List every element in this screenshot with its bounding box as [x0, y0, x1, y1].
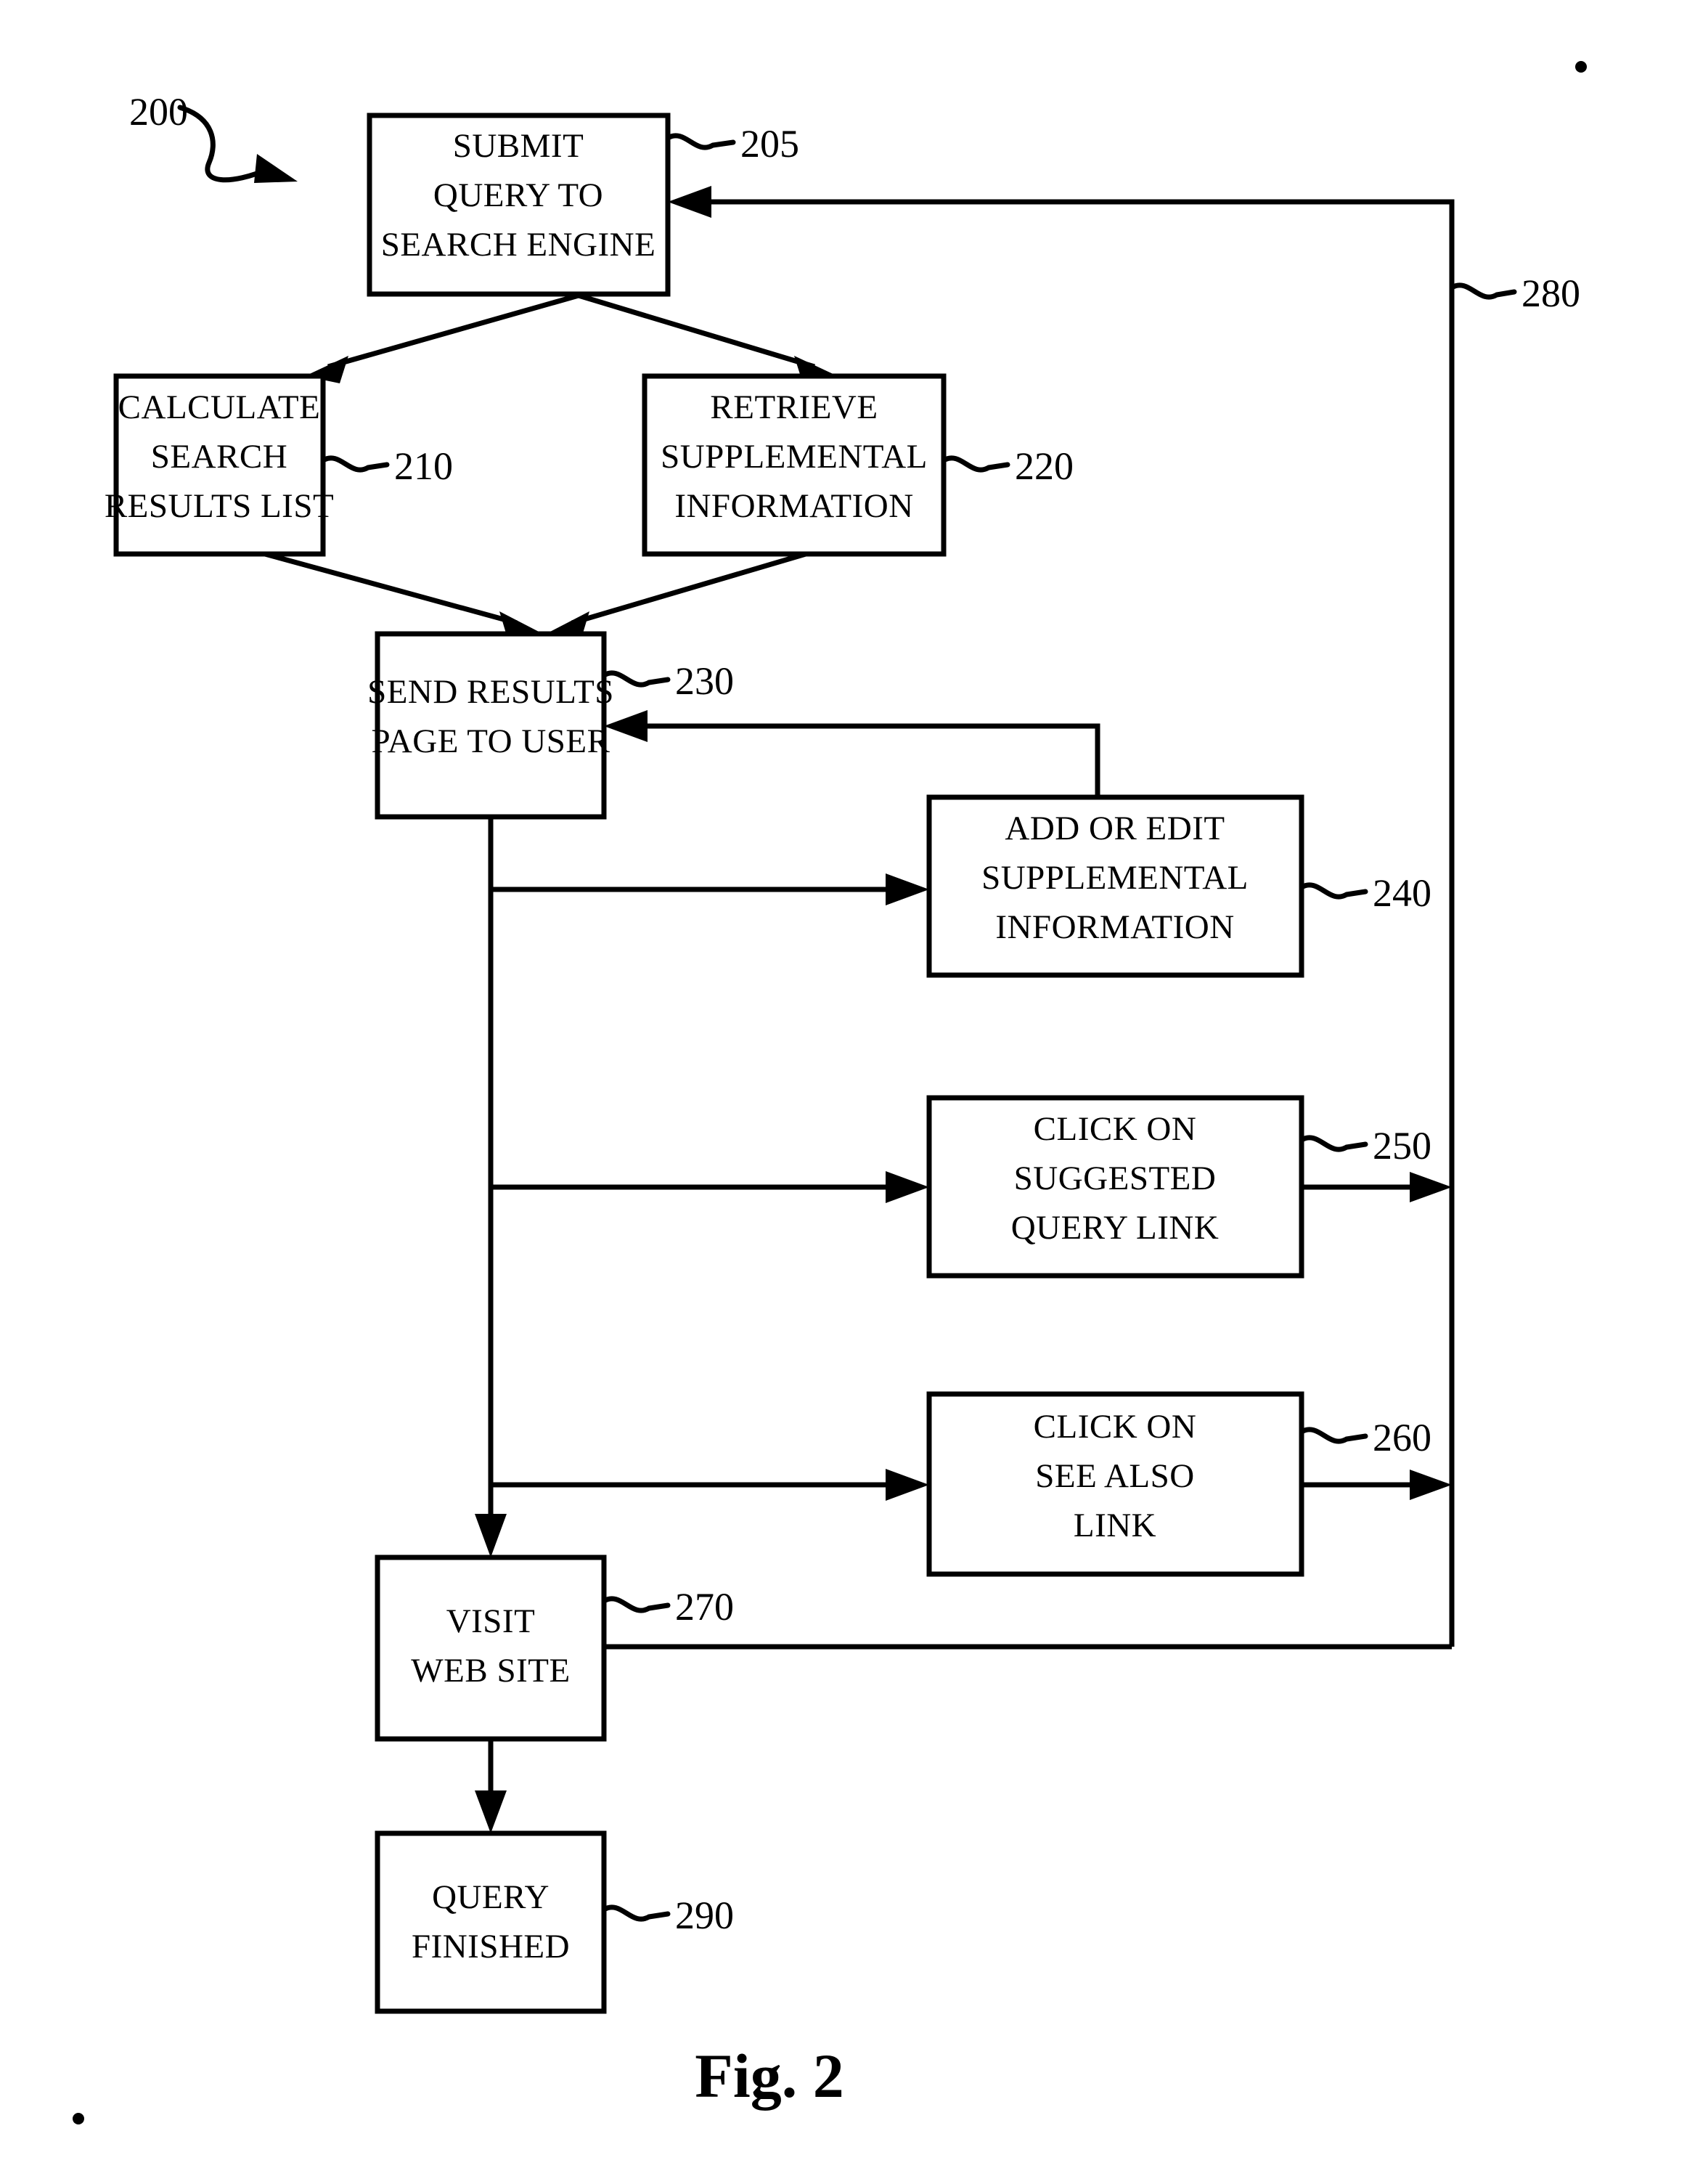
arrow-head-visit-to-finished: [475, 1790, 507, 1833]
patent-figure-page: SUBMIT QUERY TO SEARCH ENGINE 205 200 CA…: [0, 0, 1687, 2184]
node-click-see-also-link: CLICK ON SEE ALSO LINK: [926, 1391, 1304, 1577]
ref-number-250: 250: [1373, 1124, 1431, 1168]
arrow-head-click-suggested-to-feedback: [1410, 1172, 1452, 1202]
node-click-see-also-link-line-1: CLICK ON: [1034, 1408, 1197, 1446]
node-calculate-search-results-line-1: CALCULATE: [118, 388, 321, 426]
node-query-finished: QUERY FINISHED: [375, 1830, 607, 2014]
node-retrieve-supplemental: RETRIEVE SUPPLEMENTAL INFORMATION: [642, 373, 947, 557]
lead-line-290: [601, 1904, 671, 1922]
node-click-see-also-link-line-2: SEE ALSO: [1035, 1457, 1194, 1495]
arrow-head-click-see-also-to-feedback: [1410, 1470, 1452, 1500]
lead-line-270: [601, 1596, 671, 1613]
node-click-suggested-query-link: CLICK ON SUGGESTED QUERY LINK: [926, 1095, 1304, 1279]
ref-number-290: 290: [675, 1894, 734, 1937]
node-add-or-edit-supplemental-line-2: SUPPLEMENTAL: [981, 859, 1249, 897]
node-query-finished-box: [375, 1830, 607, 2014]
node-submit-query-line-2: QUERY TO: [433, 176, 603, 214]
node-calculate-search-results-line-3: RESULTS LIST: [105, 487, 334, 525]
page-mark-top-right: [1575, 61, 1587, 73]
ref-number-270: 270: [675, 1585, 734, 1629]
edge-retrieve-to-send: [571, 551, 806, 626]
node-query-finished-line-1: QUERY: [432, 1878, 550, 1916]
edge-submit-to-retrieve: [577, 293, 816, 370]
lead-line-220: [941, 455, 1010, 473]
node-retrieve-supplemental-line-2: SUPPLEMENTAL: [661, 438, 928, 476]
node-send-results-page-line-1: SEND RESULTS: [367, 673, 614, 711]
arrow-head-spine-to-add-edit: [886, 873, 929, 905]
ref-number-230: 230: [675, 659, 734, 703]
node-visit-web-site-line-1: VISIT: [446, 1602, 536, 1640]
node-calculate-search-results: CALCULATE SEARCH RESULTS LIST: [105, 373, 334, 557]
node-add-or-edit-supplemental: ADD OR EDIT SUPPLEMENTAL INFORMATION: [926, 794, 1304, 978]
node-send-results-page-line-2: PAGE TO USER: [371, 722, 610, 760]
page-mark-bottom-left: [73, 2113, 84, 2124]
node-retrieve-supplemental-line-3: INFORMATION: [674, 487, 913, 525]
ref-number-205: 205: [740, 122, 799, 166]
lead-line-240: [1299, 882, 1368, 900]
lead-line-250: [1299, 1135, 1368, 1152]
node-click-suggested-query-link-line-3: QUERY LINK: [1011, 1209, 1220, 1247]
arrow-head-add-edit-to-send: [604, 710, 648, 742]
arrow-head-spine-to-click-see-also: [886, 1469, 929, 1501]
ref-number-210: 210: [394, 444, 453, 488]
node-query-finished-line-2: FINISHED: [412, 1928, 570, 1965]
node-visit-web-site-box: [375, 1555, 607, 1742]
lead-line-205: [665, 133, 736, 150]
node-submit-query: SUBMIT QUERY TO SEARCH ENGINE: [367, 113, 671, 297]
figure-caption: Fig. 2: [695, 2041, 844, 2111]
node-click-suggested-query-link-line-2: SUGGESTED: [1014, 1160, 1217, 1197]
ref-number-280: 280: [1521, 272, 1580, 315]
ref-number-260: 260: [1373, 1416, 1431, 1459]
node-add-or-edit-supplemental-line-3: INFORMATION: [995, 908, 1234, 946]
arrow-head-spine-to-click-suggested: [886, 1171, 929, 1203]
ref-number-200: 200: [129, 90, 188, 134]
arrow-head-200: [254, 154, 298, 183]
flowchart-canvas: SUBMIT QUERY TO SEARCH ENGINE 205 200 CA…: [73, 61, 1587, 2124]
node-add-or-edit-supplemental-line-1: ADD OR EDIT: [1005, 810, 1225, 847]
node-click-suggested-query-link-line-1: CLICK ON: [1034, 1110, 1197, 1148]
node-visit-web-site: VISIT WEB SITE: [375, 1555, 607, 1742]
node-submit-query-line-3: SEARCH ENGINE: [381, 226, 656, 264]
ref-number-240: 240: [1373, 871, 1431, 915]
arrow-head-feedback-to-submit: [668, 186, 711, 218]
node-send-results-page: SEND RESULTS PAGE TO USER: [367, 631, 614, 820]
node-click-see-also-link-line-3: LINK: [1074, 1507, 1156, 1544]
edge-calculate-to-send: [264, 551, 518, 626]
edge-submit-to-calculate: [327, 293, 579, 370]
ref-number-220: 220: [1015, 444, 1074, 488]
lead-line-280: [1449, 282, 1517, 300]
lead-line-210: [320, 455, 390, 473]
node-visit-web-site-line-2: WEB SITE: [411, 1652, 570, 1690]
edge-add-edit-to-send: [633, 723, 1100, 797]
node-calculate-search-results-line-2: SEARCH: [151, 438, 287, 476]
node-retrieve-supplemental-line-1: RETRIEVE: [710, 388, 878, 426]
lead-line-260: [1299, 1427, 1368, 1444]
node-submit-query-line-1: SUBMIT: [453, 127, 584, 165]
arrow-head-spine-to-visit: [475, 1514, 507, 1557]
